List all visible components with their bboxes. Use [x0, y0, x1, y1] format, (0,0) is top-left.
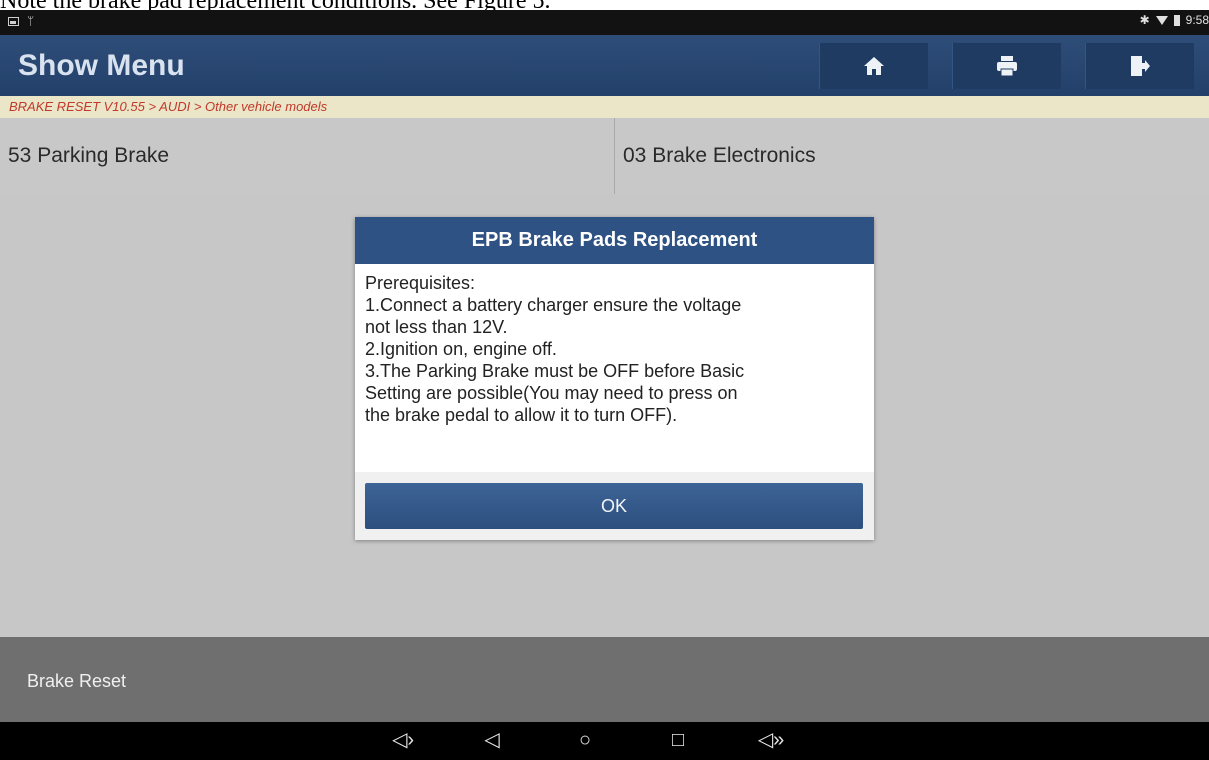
- exit-icon: [1131, 56, 1150, 76]
- breadcrumb: BRAKE RESET V10.55 > AUDI > Other vehicl…: [0, 96, 1209, 118]
- home-circle-icon[interactable]: ○: [570, 729, 600, 751]
- home-button[interactable]: [819, 43, 928, 89]
- dialog-line: 3.The Parking Brake must be OFF before B…: [365, 361, 745, 381]
- menu-row: 53 Parking Brake 03 Brake Electronics: [0, 118, 1209, 195]
- title-bar: Show Menu: [0, 35, 1209, 96]
- usb-icon: ᛘ: [27, 14, 35, 28]
- dialog-line: not less than 12V.: [365, 317, 508, 337]
- bottom-label: Brake Reset: [27, 671, 127, 691]
- menu-item-brake-electronics[interactable]: 03 Brake Electronics: [614, 118, 1209, 194]
- dialog-line: 2.Ignition on, engine off.: [365, 339, 557, 359]
- android-nav-bar: ◁› ◁ ○ □ ◁»: [0, 722, 1209, 760]
- status-bar-right: ✱ 9:58: [1140, 13, 1209, 27]
- status-bar-left: ᛘ: [8, 14, 34, 28]
- dialog-line: Setting are possible(You may need to pre…: [365, 383, 738, 403]
- dialog-line: 1.Connect a battery charger ensure the v…: [365, 295, 742, 315]
- dialog-footer: OK: [355, 472, 874, 540]
- bluetooth-icon: ✱: [1139, 13, 1150, 27]
- exit-button[interactable]: [1085, 43, 1194, 89]
- print-button[interactable]: [952, 43, 1061, 89]
- document-caption: Note the brake pad replacement condition…: [0, 0, 1209, 10]
- print-icon: [997, 56, 1017, 77]
- recents-icon[interactable]: □: [663, 729, 693, 751]
- dialog-line: Prerequisites:: [365, 273, 476, 293]
- status-time: 9:58: [1185, 13, 1209, 27]
- image-icon: [8, 16, 19, 26]
- ok-button[interactable]: OK: [365, 483, 863, 529]
- home-icon: [864, 57, 884, 75]
- dialog-line: the brake pedal to allow it to turn OFF)…: [365, 405, 678, 425]
- dialog-title: EPB Brake Pads Replacement: [355, 217, 874, 264]
- bottom-bar: Brake Reset: [0, 637, 1209, 722]
- volume-down-icon[interactable]: ◁›: [388, 729, 418, 751]
- dialog-body: Prerequisites: 1.Connect a battery charg…: [355, 264, 874, 472]
- tablet-screen: ᛘ ✱ 9:58 Show Menu BRAKE RESET V10.55 > …: [0, 10, 1209, 760]
- menu-item-parking-brake[interactable]: 53 Parking Brake: [0, 118, 614, 194]
- epb-dialog: EPB Brake Pads Replacement Prerequisites…: [355, 217, 874, 540]
- wifi-icon: [1155, 15, 1168, 25]
- page-title: Show Menu: [18, 49, 185, 82]
- status-bar: ᛘ ✱ 9:58: [0, 10, 1209, 35]
- battery-icon: [1173, 14, 1180, 26]
- volume-up-icon[interactable]: ◁»: [756, 729, 786, 751]
- back-icon[interactable]: ◁: [477, 729, 507, 751]
